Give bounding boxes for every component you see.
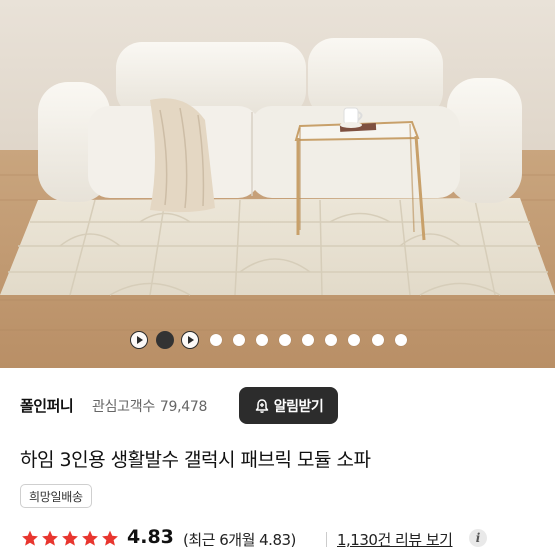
rating-score: 4.83	[127, 526, 174, 548]
reviews-link[interactable]: 1,130건 리뷰 보기	[337, 529, 453, 550]
product-image[interactable]	[0, 0, 555, 368]
sofa-photo	[0, 0, 555, 368]
play-video-icon[interactable]	[181, 331, 199, 349]
store-info-row: 폴인퍼니 관심고객수 79,478 알림받기	[0, 386, 555, 426]
star-icon	[102, 530, 118, 546]
star-rating	[20, 529, 120, 548]
star-icon	[62, 530, 78, 546]
star-icon	[22, 530, 38, 546]
pagination-dot[interactable]	[233, 334, 245, 346]
alarm-button-label: 알림받기	[273, 398, 324, 415]
info-icon[interactable]: i	[469, 529, 487, 547]
store-name-link[interactable]: 폴인퍼니	[20, 395, 74, 416]
subscribe-alarm-button[interactable]: 알림받기	[239, 387, 338, 424]
pagination-dot-active[interactable]	[156, 331, 174, 349]
pagination-dot[interactable]	[372, 334, 384, 346]
bell-plus-icon	[254, 398, 270, 414]
pagination-dot[interactable]	[302, 334, 314, 346]
product-title: 하임 3인용 생활발수 갤럭시 패브릭 모듈 소파	[20, 449, 371, 471]
pagination-dot[interactable]	[279, 334, 291, 346]
play-video-icon[interactable]	[130, 331, 148, 349]
divider	[326, 532, 327, 547]
fans-label: 관심고객수	[92, 399, 155, 415]
fans-number: 79,478	[159, 399, 208, 415]
delivery-badge: 희망일배송	[20, 484, 92, 508]
pagination-dot[interactable]	[348, 334, 360, 346]
image-pagination	[0, 331, 555, 349]
star-icon	[82, 530, 98, 546]
pagination-dot[interactable]	[210, 334, 222, 346]
rating-row: 4.83 (최근 6개월 4.83) 1,130건 리뷰 보기 i	[0, 526, 555, 555]
store-fans-count: 관심고객수 79,478	[92, 396, 207, 416]
recent-rating: (최근 6개월 4.83)	[183, 531, 296, 549]
pagination-dot[interactable]	[325, 334, 337, 346]
pagination-dot[interactable]	[395, 334, 407, 346]
star-icon	[42, 530, 58, 546]
pagination-dot[interactable]	[256, 334, 268, 346]
